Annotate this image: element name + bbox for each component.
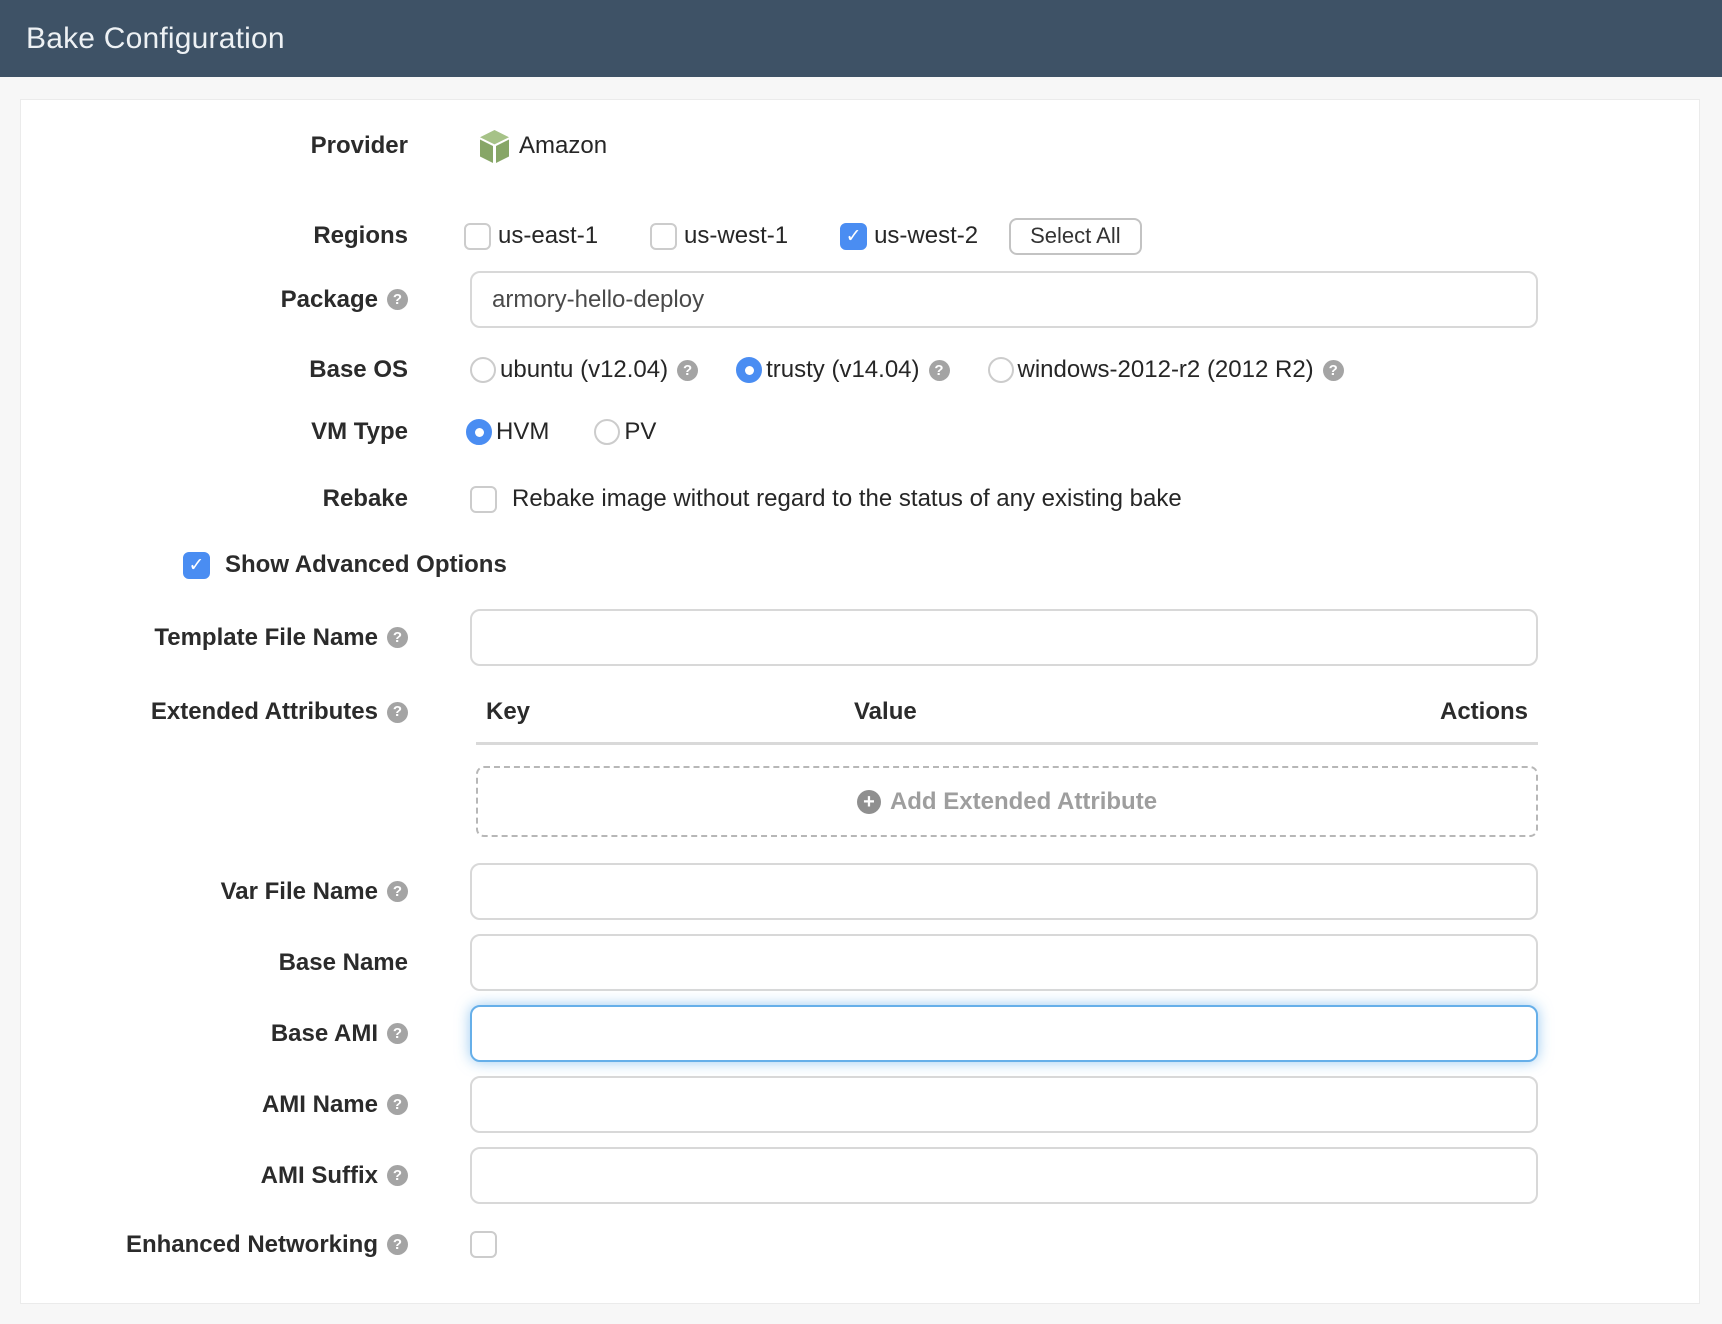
column-header-key: Key — [486, 698, 854, 725]
column-header-actions: Actions — [1440, 698, 1528, 725]
var-file-name-label: Var File Name — [221, 878, 378, 906]
rebake-checkbox[interactable] — [470, 486, 497, 513]
enhanced-networking-help-icon[interactable]: ? — [387, 1234, 408, 1255]
vm-type-row: VM Type HVM PV — [21, 418, 1699, 446]
column-header-value: Value — [854, 698, 1440, 725]
base-ami-input[interactable] — [470, 1005, 1538, 1062]
base-os-radio-windows[interactable] — [988, 357, 1014, 383]
template-file-name-row: Template File Name ? — [21, 609, 1699, 666]
extended-attributes-table: Key Value Actions + Add Extended Attribu… — [476, 698, 1538, 837]
ami-name-row: AMI Name ? — [21, 1076, 1699, 1133]
base-ami-row: Base AMI ? — [21, 1005, 1699, 1062]
base-name-input[interactable] — [470, 934, 1538, 991]
ami-suffix-input[interactable] — [470, 1147, 1538, 1204]
provider-label: Provider — [311, 132, 408, 160]
base-os-option-trusty[interactable]: trusty (v14.04) ? — [736, 356, 949, 384]
ami-name-input[interactable] — [470, 1076, 1538, 1133]
base-os-windows-help-icon[interactable]: ? — [1323, 360, 1344, 381]
ami-suffix-help-icon[interactable]: ? — [387, 1165, 408, 1186]
extended-attributes-header-row: Key Value Actions — [476, 698, 1538, 725]
ami-name-help-icon[interactable]: ? — [387, 1094, 408, 1115]
regions-row: Regions us-east-1 us-west-1 ✓ us-west-2 … — [21, 218, 1699, 254]
region-checkbox-us-east-1[interactable] — [464, 223, 491, 250]
vm-type-radio-hvm[interactable] — [466, 419, 492, 445]
extended-attributes-row: Extended Attributes ? Key Value Actions … — [21, 698, 1699, 837]
region-checkbox-us-west-1[interactable] — [650, 223, 677, 250]
plus-circle-icon: + — [857, 790, 881, 814]
region-checkbox-us-west-2[interactable]: ✓ — [840, 223, 867, 250]
vm-type-option-hvm[interactable]: HVM — [466, 418, 549, 446]
ami-suffix-label: AMI Suffix — [261, 1162, 378, 1190]
provider-row: Provider Amazon — [21, 128, 1699, 164]
page-title: Bake Configuration — [26, 22, 285, 56]
vm-type-radio-pv[interactable] — [594, 419, 620, 445]
enhanced-networking-checkbox[interactable] — [470, 1231, 497, 1258]
package-row: Package ? — [21, 271, 1699, 328]
dialog-titlebar: Bake Configuration — [0, 0, 1722, 77]
show-advanced-row: ✓ Show Advanced Options — [183, 551, 1699, 579]
template-file-name-input[interactable] — [470, 609, 1538, 666]
rebake-label: Rebake — [323, 485, 408, 513]
region-option-us-west-2[interactable]: ✓ us-west-2 — [840, 222, 978, 250]
enhanced-networking-label: Enhanced Networking — [126, 1231, 378, 1259]
var-file-name-input[interactable] — [470, 863, 1538, 920]
base-ami-label: Base AMI — [271, 1020, 378, 1048]
package-input[interactable] — [470, 271, 1538, 328]
package-help-icon[interactable]: ? — [387, 289, 408, 310]
check-icon: ✓ — [846, 227, 862, 246]
var-file-name-row: Var File Name ? — [21, 863, 1699, 920]
base-os-trusty-help-icon[interactable]: ? — [929, 360, 950, 381]
base-os-radio-trusty[interactable] — [736, 357, 762, 383]
ami-suffix-row: AMI Suffix ? — [21, 1147, 1699, 1204]
add-extended-attribute-button[interactable]: + Add Extended Attribute — [476, 766, 1538, 837]
base-os-option-windows[interactable]: windows-2012-r2 (2012 R2) ? — [988, 356, 1344, 384]
amazon-provider-icon — [479, 130, 510, 163]
rebake-checkbox-label: Rebake image without regard to the statu… — [512, 485, 1182, 513]
region-option-us-east-1[interactable]: us-east-1 — [464, 222, 598, 250]
enhanced-networking-row: Enhanced Networking ? — [21, 1231, 1699, 1258]
var-file-name-help-icon[interactable]: ? — [387, 881, 408, 902]
show-advanced-label: Show Advanced Options — [225, 551, 507, 579]
package-label: Package — [281, 286, 378, 314]
bake-configuration-panel: Provider Amazon Regions us-east-1 us-wes… — [20, 99, 1700, 1304]
vm-type-label: VM Type — [311, 418, 408, 446]
base-os-row: Base OS ubuntu (v12.04) ? trusty (v14.04… — [21, 356, 1699, 384]
extended-attributes-label: Extended Attributes — [151, 698, 378, 726]
template-file-name-help-icon[interactable]: ? — [387, 627, 408, 648]
base-os-radio-ubuntu[interactable] — [470, 357, 496, 383]
rebake-row: Rebake Rebake image without regard to th… — [21, 485, 1699, 513]
base-name-row: Base Name — [21, 934, 1699, 991]
base-os-option-ubuntu[interactable]: ubuntu (v12.04) ? — [470, 356, 698, 384]
select-all-button[interactable]: Select All — [1009, 218, 1142, 255]
base-os-label: Base OS — [309, 356, 408, 384]
regions-label: Regions — [313, 222, 408, 250]
show-advanced-checkbox[interactable]: ✓ — [183, 552, 210, 579]
provider-value: Amazon — [519, 132, 607, 160]
extended-attributes-help-icon[interactable]: ? — [387, 702, 408, 723]
template-file-name-label: Template File Name — [154, 624, 378, 652]
base-ami-help-icon[interactable]: ? — [387, 1023, 408, 1044]
base-os-ubuntu-help-icon[interactable]: ? — [677, 360, 698, 381]
vm-type-option-pv[interactable]: PV — [594, 418, 656, 446]
region-option-us-west-1[interactable]: us-west-1 — [650, 222, 788, 250]
table-header-divider — [476, 742, 1538, 745]
ami-name-label: AMI Name — [262, 1091, 378, 1119]
check-icon: ✓ — [189, 556, 205, 575]
base-name-label: Base Name — [279, 949, 408, 977]
